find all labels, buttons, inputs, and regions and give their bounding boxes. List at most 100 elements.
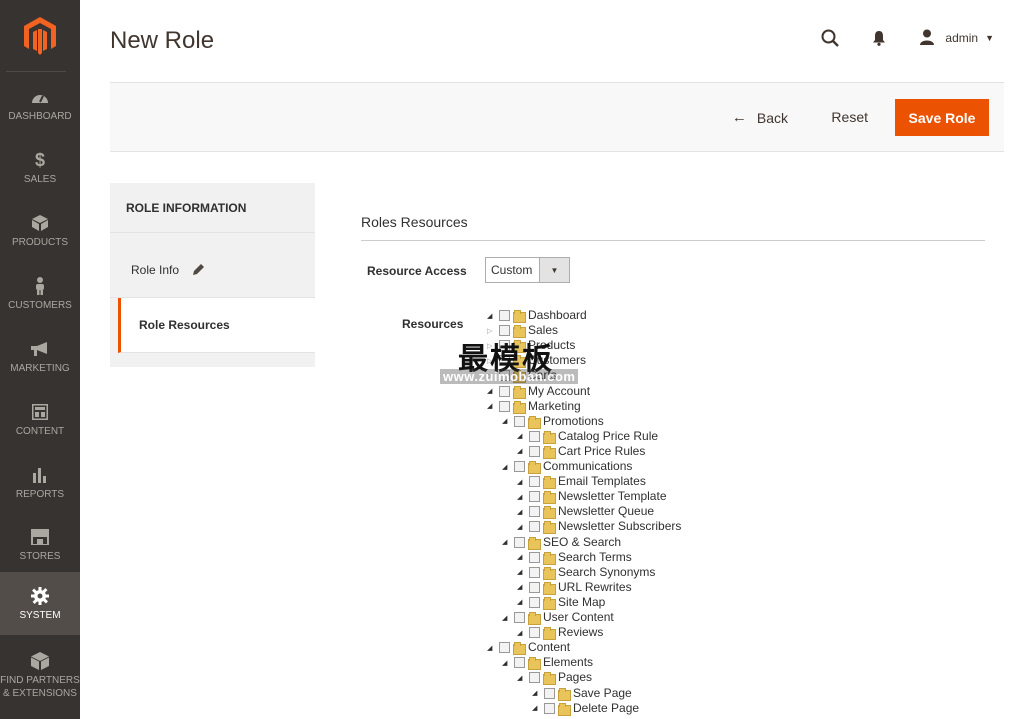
magento-logo[interactable] [0,0,80,72]
menu-label: REPORTS [15,489,65,500]
collapse-toggle-icon[interactable]: ◢ [502,417,514,425]
menu-item-marketing[interactable]: MARKETING [0,325,80,388]
tab-label: Role Resources [139,318,230,332]
menu-item-system[interactable]: SYSTEM [0,572,80,635]
back-button[interactable]: ← Back [732,109,788,126]
menu-item-content[interactable]: CONTENT [0,388,80,451]
tree-checkbox[interactable] [499,385,510,397]
tree-checkbox[interactable] [529,627,540,639]
tree-node-label[interactable]: Catalog Price Rule [558,429,658,444]
menu-item-reports[interactable]: REPORTS [0,451,80,514]
tree-checkbox[interactable] [529,566,540,578]
collapse-toggle-icon[interactable]: ◢ [502,659,514,667]
tree-node-label[interactable]: Newsletter Template [558,489,667,504]
tree-node-label[interactable]: Newsletter Subscribers [558,519,681,534]
menu-item-sales[interactable]: $ SALES [0,136,80,199]
tree-checkbox[interactable] [529,521,540,533]
tree-node-label[interactable]: Newsletter Queue [558,504,654,519]
dollar-icon: $ [34,150,45,170]
tree-node-label[interactable]: Marketing [528,399,581,414]
collapse-toggle-icon[interactable]: ◢ [532,689,544,697]
tree-node-label[interactable]: Promotions [543,414,604,429]
tree-checkbox[interactable] [529,551,540,563]
menu-item-customers[interactable]: CUSTOMERS [0,262,80,325]
admin-user-menu[interactable]: admin ▼ [919,29,994,48]
tree-checkbox[interactable] [499,310,510,321]
save-role-button[interactable]: Save Role [895,99,989,136]
chevron-down-icon: ▼ [539,258,569,282]
tree-checkbox[interactable] [544,702,555,714]
tree-node-label[interactable]: Content [528,640,570,655]
tree-checkbox[interactable] [514,612,525,623]
tree-node-label[interactable]: Save Page [573,686,632,701]
tree-checkbox[interactable] [499,400,510,412]
collapse-toggle-icon[interactable]: ◢ [517,674,529,682]
tree-node-label[interactable]: Elements [543,655,593,670]
tabs-title: ROLE INFORMATION [110,183,315,233]
tree-checkbox[interactable] [544,687,555,699]
tree-checkbox[interactable] [514,536,525,548]
menu-item-stores[interactable]: STORES [0,513,80,576]
tree-checkbox[interactable] [529,506,540,518]
bell-icon[interactable] [867,26,891,50]
collapse-toggle-icon[interactable]: ◢ [517,523,529,531]
collapse-toggle-icon[interactable]: ◢ [517,583,529,591]
tree-node: ◢ Newsletter Template [517,489,667,505]
tree-node-label[interactable]: Pages [558,670,592,685]
tab-role-resources[interactable]: Role Resources [118,298,315,353]
tree-node-label[interactable]: Reviews [558,625,603,640]
menu-item-products[interactable]: PRODUCTS [0,199,80,262]
layout-icon [32,401,48,423]
tree-node-label[interactable]: Site Map [558,595,605,610]
tree-checkbox[interactable] [529,430,540,442]
tree-node-label[interactable]: Delete Page [573,701,639,716]
tree-checkbox[interactable] [529,445,540,457]
tree-checkbox[interactable] [499,642,510,654]
tree-checkbox[interactable] [529,581,540,593]
reset-button[interactable]: Reset [831,109,868,125]
tree-node-label[interactable]: URL Rewrites [558,580,632,595]
menu-item-find-partners[interactable]: FIND PARTNERS & EXTENSIONS [0,640,80,710]
tree-node-label[interactable]: Cart Price Rules [558,444,645,459]
resource-access-select[interactable]: Custom ▼ [485,257,570,283]
tree-checkbox[interactable] [529,476,540,488]
collapse-toggle-icon[interactable]: ◢ [502,538,514,546]
collapse-toggle-icon[interactable]: ◢ [487,387,499,395]
tree-checkbox[interactable] [514,415,525,427]
collapse-toggle-icon[interactable]: ◢ [502,463,514,471]
tree-node-label[interactable]: User Content [543,610,614,625]
tree-node-label[interactable]: Search Terms [558,550,632,565]
tree-node-label[interactable]: Email Templates [558,474,646,489]
collapse-toggle-icon[interactable]: ◢ [487,402,499,410]
collapse-toggle-icon[interactable]: ◢ [517,508,529,516]
tree-checkbox[interactable] [514,461,525,472]
collapse-toggle-icon[interactable]: ◢ [517,553,529,561]
folder-icon [513,642,526,656]
tree-checkbox[interactable] [529,491,540,503]
collapse-toggle-icon[interactable]: ◢ [517,478,529,486]
tree-checkbox[interactable] [529,596,540,608]
search-icon[interactable] [818,26,842,50]
collapse-toggle-icon[interactable]: ◢ [502,614,514,622]
collapse-toggle-icon[interactable]: ◢ [517,598,529,606]
back-button-label: Back [756,109,788,126]
tree-node-label[interactable]: My Account [528,384,590,399]
collapse-toggle-icon[interactable]: ◢ [517,432,529,440]
tree-checkbox[interactable] [529,672,540,684]
collapse-toggle-icon[interactable]: ◢ [487,644,499,652]
collapse-toggle-icon[interactable]: ◢ [487,312,499,320]
tree-node-label[interactable]: Communications [543,459,632,474]
tree-checkbox[interactable] [514,657,525,669]
collapse-toggle-icon[interactable]: ◢ [517,493,529,501]
collapse-toggle-icon[interactable]: ◢ [517,447,529,455]
collapse-toggle-icon[interactable]: ◢ [517,568,529,576]
collapse-toggle-icon[interactable]: ◢ [517,629,529,637]
tree-node-label[interactable]: SEO & Search [543,535,621,550]
tree-node-label[interactable]: Search Synonyms [558,565,655,580]
page-actions-bar: ← Back Reset Save Role [110,82,1004,152]
tree-node-label[interactable]: Dashboard [528,308,587,323]
folder-icon [528,415,541,429]
menu-item-dashboard[interactable]: DASHBOARD [0,73,80,136]
tab-role-info[interactable]: Role Info [110,243,315,298]
collapse-toggle-icon[interactable]: ◢ [532,704,544,712]
